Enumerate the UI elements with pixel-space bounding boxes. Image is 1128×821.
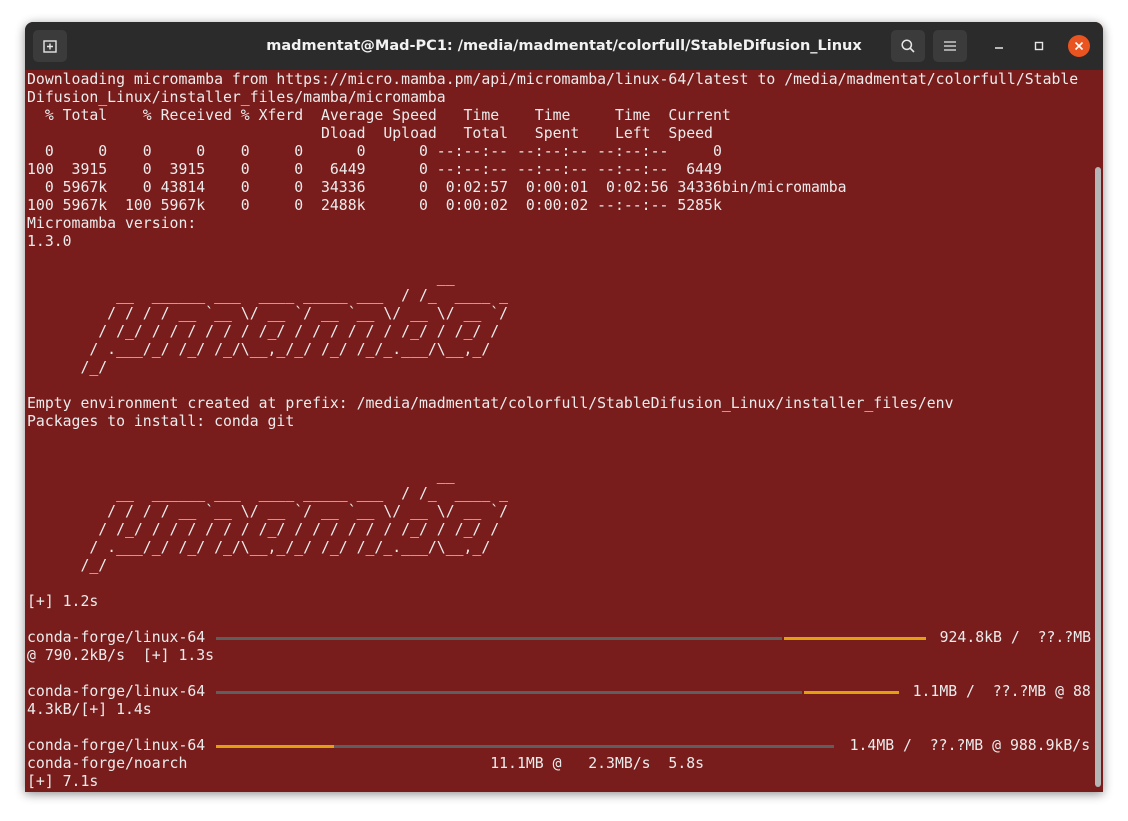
progress-bar-fill [803, 691, 900, 694]
terminal-line: __ [27, 269, 455, 286]
progress-bar-fill [784, 637, 927, 640]
terminal-line: conda-forge/linux-64 [27, 737, 206, 754]
terminal-output[interactable]: Downloading micromamba from https://micr… [27, 71, 1093, 792]
progress-bar-track [216, 637, 783, 640]
minimize-icon [995, 47, 1003, 49]
terminal-line: 1.3.0 [27, 233, 72, 250]
terminal-line: [+] 7.1s [27, 773, 99, 790]
scrollbar-thumb[interactable] [1095, 167, 1101, 787]
title-bar[interactable]: madmentat@Mad-PC1: /media/madmentat/colo… [25, 22, 1103, 70]
terminal-line: 0 5967k 0 43814 0 0 34336 0 0:02:57 0:00… [27, 179, 847, 196]
terminal-line: Downloading micromamba from https://micr… [27, 71, 1079, 88]
terminal-line: % Total % Received % Xferd Average Speed… [27, 107, 731, 124]
terminal-window: madmentat@Mad-PC1: /media/madmentat/colo… [25, 22, 1103, 792]
new-tab-icon [43, 40, 57, 53]
terminal-line: Difusion_Linux/installer_files/mamba/mic… [27, 89, 446, 106]
terminal-line: / /_/ / / / / / / /_/ / / / / / / /_/ / … [27, 521, 500, 538]
progress-status: 13.4MB / ??.?MB @ 1.9MB/s 7.1s [787, 791, 1090, 792]
search-button[interactable] [891, 30, 925, 62]
window-title: madmentat@Mad-PC1: /media/madmentat/colo… [266, 38, 862, 54]
terminal-line: / /_/ / / / / / / /_/ / / / / / / /_/ / … [27, 323, 500, 340]
terminal-line: / .___/_/ /_/ /_/\__,_/_/ /_/ /_/_.___/\… [27, 341, 491, 358]
progress-bar-track [216, 691, 802, 694]
terminal-line: conda-forge/linux-64 [27, 629, 206, 646]
progress-status: 1.4MB / ??.?MB @ 988.9kB/s [849, 737, 1091, 754]
terminal-line: /_/ [27, 359, 108, 376]
terminal-line: Empty environment created at prefix: /me… [27, 395, 954, 412]
terminal-line: __ ______ ___ ____ _____ ___ / /_ ____ _ [27, 287, 509, 304]
terminal-line: / / / / __ `__ \/ __ `/ __ `__ \/ __ \/ … [27, 305, 509, 322]
terminal-scrollbar[interactable] [1093, 71, 1103, 792]
progress-bar-fill [216, 745, 334, 748]
close-button-circle[interactable] [1068, 35, 1090, 57]
minimize-button[interactable] [987, 34, 1011, 58]
close-icon [1074, 41, 1084, 51]
new-tab-button[interactable] [33, 30, 67, 62]
terminal-line: 100 5967k 100 5967k 0 0 2488k 0 0:00:02 … [27, 197, 722, 214]
terminal-line: Dload Upload Total Spent Left Speed [27, 125, 713, 142]
terminal-line: Micromamba version: [27, 215, 197, 232]
search-icon [901, 39, 915, 53]
terminal-line: 4.3kB/[+] 1.4s [27, 701, 152, 718]
menu-button[interactable] [933, 30, 967, 62]
maximize-icon [1034, 41, 1044, 51]
hamburger-menu-icon [944, 41, 956, 51]
terminal-line: /_/ [27, 557, 108, 574]
progress-status: 924.8kB / ??.?MB [939, 629, 1092, 646]
close-button[interactable] [1067, 34, 1091, 58]
progress-status: 1.1MB / ??.?MB @ 88 [912, 683, 1091, 700]
terminal-line: / .___/_/ /_/ /_/\__,_/_/ /_/ /_/_.___/\… [27, 539, 491, 556]
terminal-line: __ ______ ___ ____ _____ ___ / /_ ____ _ [27, 485, 509, 502]
maximize-button[interactable] [1027, 34, 1051, 58]
terminal-line: conda-forge/linux-64 [27, 683, 206, 700]
terminal-line: __ [27, 467, 455, 484]
terminal-line: 0 0 0 0 0 0 0 0 --:--:-- --:--:-- --:--:… [27, 143, 722, 160]
progress-bar-track [333, 745, 835, 748]
terminal-line: conda-forge/noarch 11.1MB @ 2.3MB/s 5.8s [27, 755, 705, 772]
terminal-line: / / / / __ `__ \/ __ `/ __ `__ \/ __ \/ … [27, 503, 509, 520]
terminal-line: @ 790.2kB/s [+] 1.3s [27, 647, 215, 664]
terminal-line: 100 3915 0 3915 0 0 6449 0 --:--:-- --:-… [27, 161, 722, 178]
terminal-line: Packages to install: conda git [27, 413, 295, 430]
terminal-line: conda-forge/linux-64 [27, 791, 205, 792]
terminal-line: [+] 1.2s [27, 593, 99, 610]
